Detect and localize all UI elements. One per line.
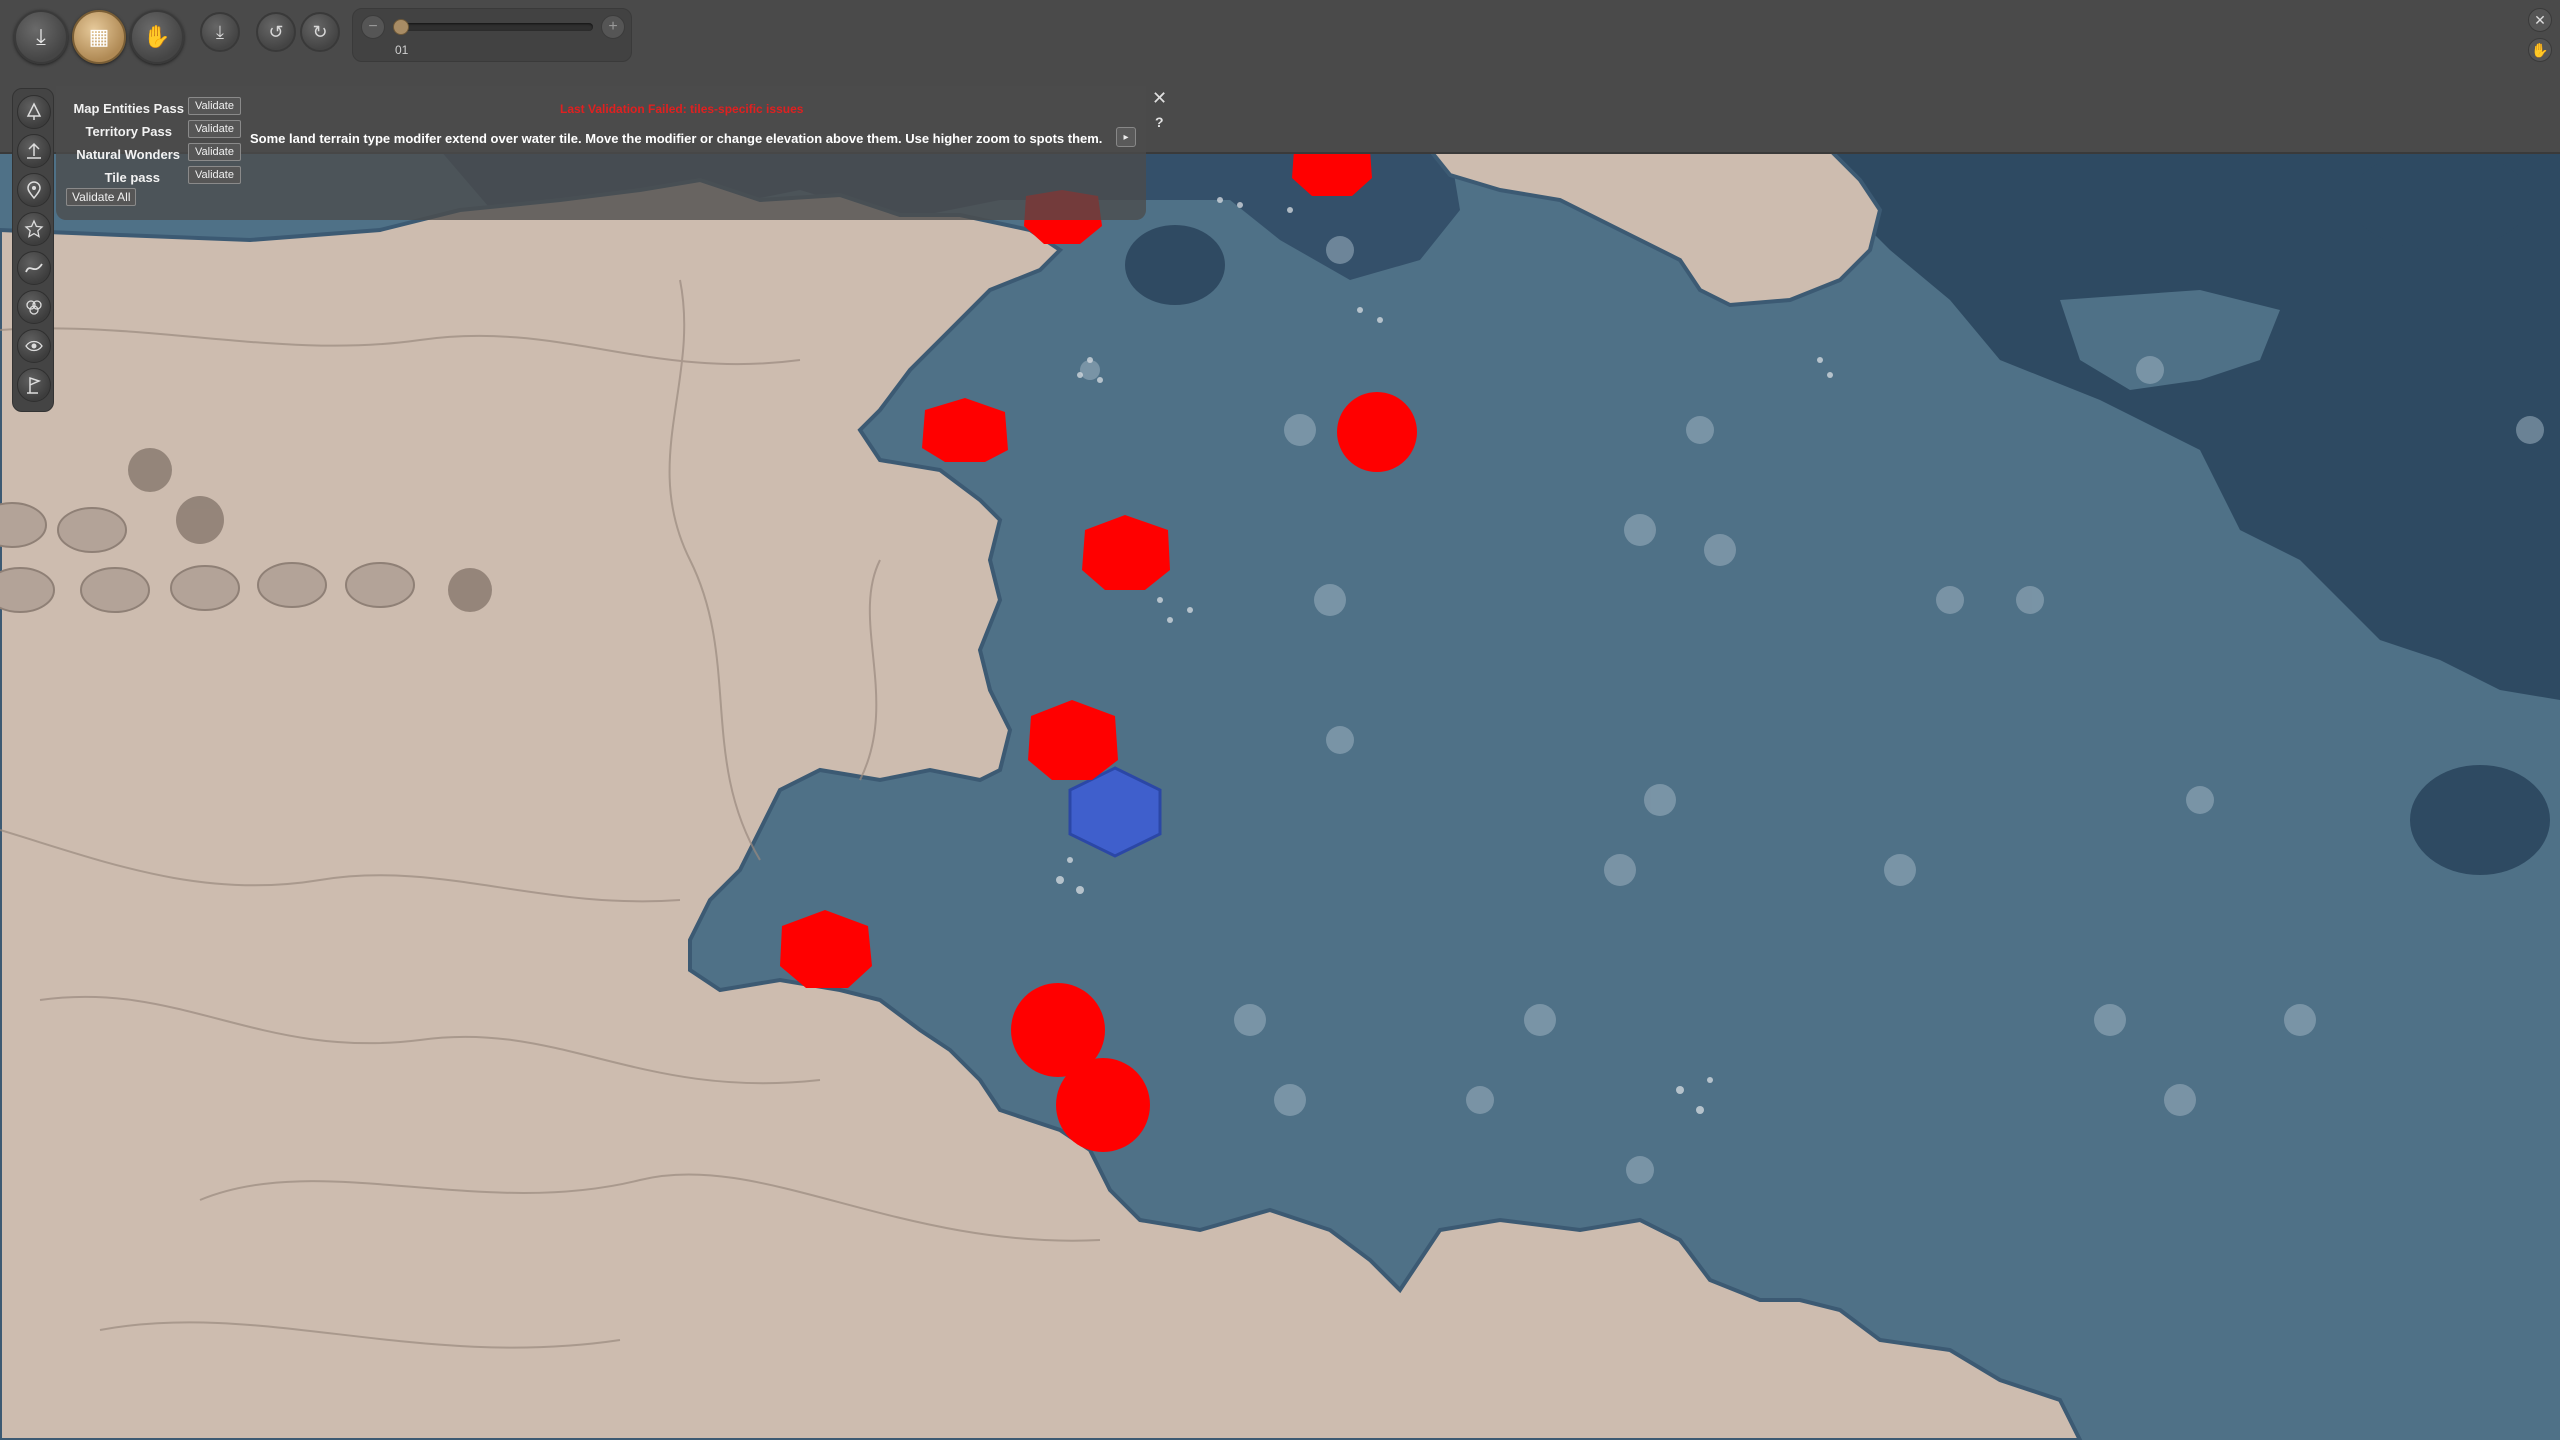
validate-natural-wonders-button[interactable]: Validate [188,143,241,161]
deep-water-pocket [2350,150,2530,250]
zoom-out-button[interactable]: − [361,15,385,39]
error-marker[interactable] [1056,1058,1150,1152]
undo-icon: ↺ [268,21,284,42]
deep-water-pocket [1125,225,1225,305]
close-window-button[interactable]: ✕ [2528,8,2552,32]
pass-label-territory: Territory Pass [85,124,172,139]
sidebar-tool-spawn[interactable] [17,368,51,402]
save-button[interactable]: ⤓ [200,12,240,52]
pass-label-map-entities: Map Entities Pass [73,101,184,116]
import-icon: ⤓ [36,24,46,49]
sidebar-tool-elevation[interactable] [17,134,51,168]
star-icon [24,219,44,238]
close-icon: ✕ [2534,11,2546,28]
redo-button[interactable]: ↻ [300,12,340,52]
validation-error-message: Some land terrain type modifer extend ov… [250,131,1103,146]
help-icon: ? [1155,114,1164,130]
zoom-value: 01 [395,43,409,57]
hand-icon: ✋ [2531,41,2549,58]
redo-icon: ↻ [312,21,328,42]
zoom-slider-thumb[interactable] [393,19,409,35]
sidebar-tool-wonders[interactable] [17,212,51,246]
elevation-icon [27,142,41,159]
zoom-control: − + 01 [352,8,632,62]
close-icon: ✕ [1152,88,1168,108]
save-icon: ⤓ [216,21,224,42]
undo-button[interactable]: ↺ [256,12,296,52]
terrain-brush-button[interactable]: ▦ [72,10,126,64]
zoom-in-button[interactable]: + [601,15,625,39]
validate-all-button[interactable]: Validate All [66,188,137,206]
visibility-eye-icon [25,340,43,352]
terrain-brush-icon: ▦ [88,24,110,49]
pass-label-natural-wonders: Natural Wonders [76,147,180,162]
zoom-slider[interactable] [399,23,593,31]
deep-water-pocket [2410,765,2550,875]
validation-help-button[interactable]: ? [1155,114,1164,130]
pass-label-tile: Tile pass [104,170,160,185]
flag-icon [27,376,42,394]
tree-icon [26,102,42,120]
validate-map-entities-button[interactable]: Validate [188,97,241,115]
pan-mode-toggle[interactable]: ✋ [2528,38,2552,62]
play-icon: ▸ [1123,131,1129,143]
resource-icon [26,300,42,315]
hand-pan-icon: ✋ [143,24,171,49]
error-marker[interactable] [1082,515,1170,590]
import-button[interactable]: ⤓ [14,10,68,64]
sidebar-tool-resources[interactable] [17,290,51,324]
validation-panel: Map Entities Pass Validate Territory Pas… [56,86,1146,220]
validate-territory-button[interactable]: Validate [188,120,241,138]
pan-tool-button[interactable]: ✋ [130,10,184,64]
validation-error-title: Last Validation Failed: tiles-specific i… [560,102,804,116]
next-error-button[interactable]: ▸ [1116,127,1136,147]
validate-tile-button[interactable]: Validate [188,166,241,184]
error-marker[interactable] [1337,392,1417,472]
sidebar-tool-rivers[interactable] [17,251,51,285]
sidebar-tool-visibility[interactable] [17,329,51,363]
validation-panel-close-button[interactable]: ✕ [1152,88,1167,109]
river-icon [25,263,43,273]
